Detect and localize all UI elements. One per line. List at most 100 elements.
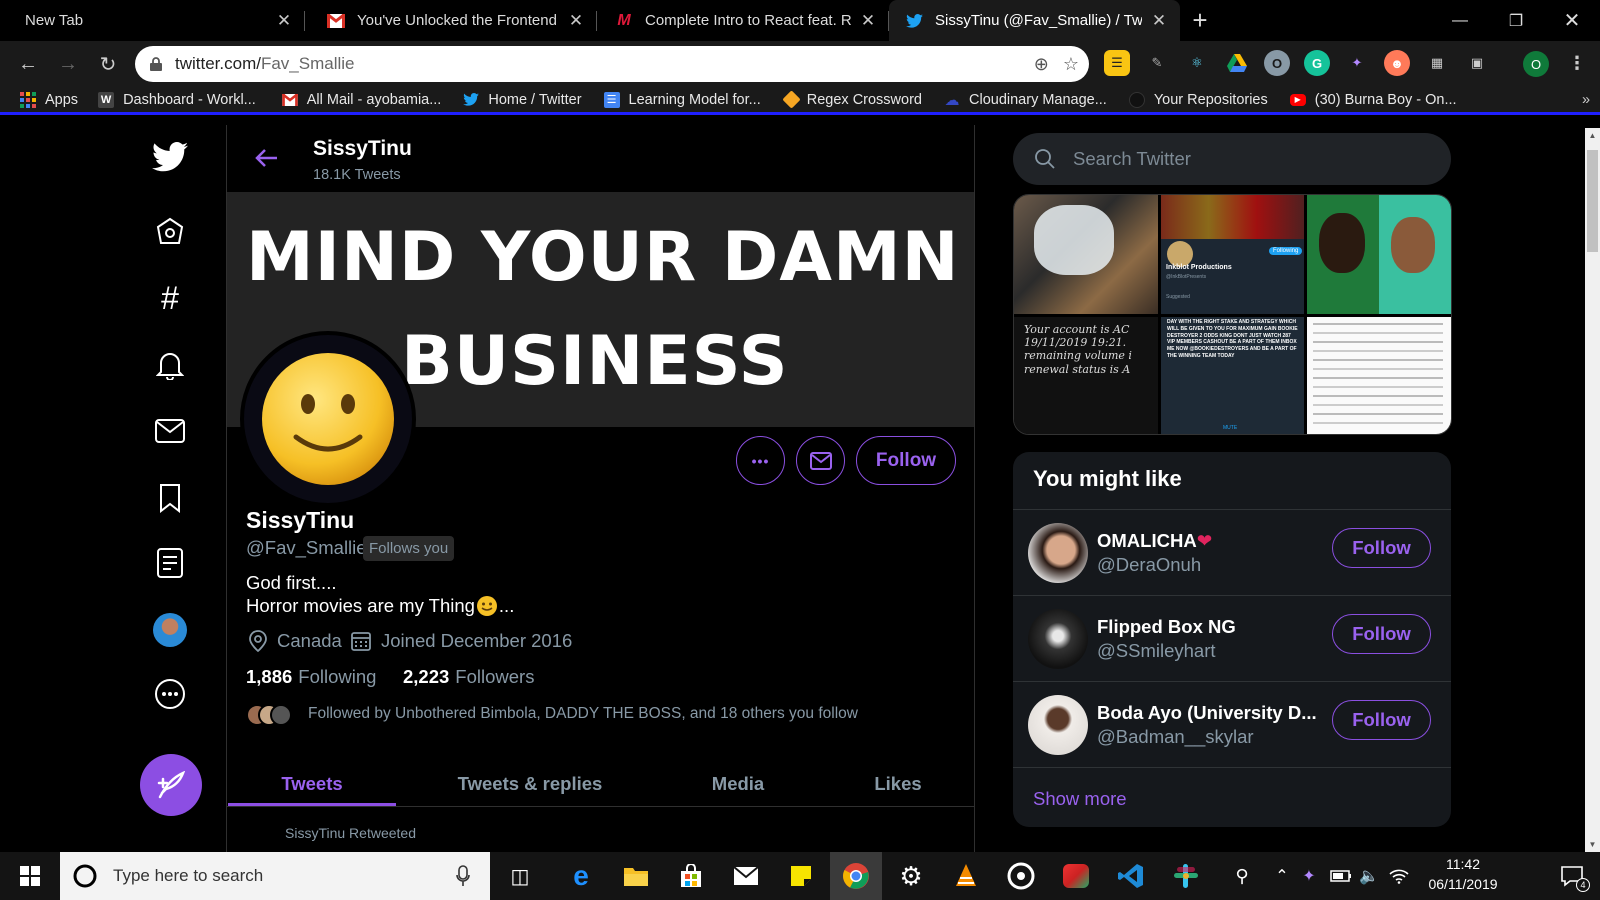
media-thumbnail[interactable]: DAY WITH THE RIGHT STAKE AND STRATEGY WH… [1161, 317, 1304, 434]
volume-icon[interactable]: 🔈 [1353, 860, 1385, 892]
followers-stat[interactable]: 2,223 Followers [403, 666, 534, 688]
tab-tweets-and-replies[interactable]: Tweets & replies [420, 763, 640, 805]
reload-icon[interactable]: ↻ [88, 44, 128, 84]
close-icon[interactable]: ✕ [567, 11, 585, 31]
bookmark-dashboard[interactable]: W Dashboard - Workl... [98, 91, 256, 108]
back-arrow-icon[interactable] [250, 141, 284, 175]
grammarly-icon[interactable]: G [1304, 50, 1330, 76]
browser-tab[interactable]: New Tab ✕ [0, 0, 305, 41]
close-window-icon[interactable]: ✕ [1544, 0, 1600, 41]
pen-extension-icon[interactable]: ✎ [1144, 50, 1170, 76]
browser-tab[interactable]: You've Unlocked the Frontend M ✕ [305, 0, 597, 41]
taskbar-search-input[interactable]: Type here to search [60, 852, 490, 900]
new-tab-button[interactable]: + [1180, 0, 1220, 41]
twitter-logo-icon[interactable] [150, 137, 190, 177]
media-thumbnail[interactable] [1307, 317, 1451, 434]
scroll-up-icon[interactable]: ▲ [1585, 128, 1600, 143]
browser-tab[interactable]: M Complete Intro to React feat. Red ✕ [597, 0, 889, 41]
bookmark-learning-model[interactable]: ☰ Learning Model for... [603, 91, 761, 108]
bookmark-regex-crossword[interactable]: Regex Crossword [782, 90, 922, 109]
messages-envelope-icon[interactable] [150, 411, 190, 451]
add-icon[interactable]: ⊕ [1034, 54, 1049, 75]
media-thumbnail[interactable]: Following Inkblot Productions @InkBlotPr… [1161, 195, 1304, 314]
search-input[interactable]: Search Twitter [1013, 133, 1451, 185]
back-icon[interactable]: ← [8, 44, 48, 84]
profile-avatar[interactable] [240, 331, 416, 507]
profile-avatar[interactable]: O [1523, 51, 1549, 77]
sticky-notes-icon[interactable] [785, 860, 817, 892]
more-options-icon[interactable] [150, 674, 190, 714]
wifi-icon[interactable] [1383, 860, 1415, 892]
close-icon[interactable]: ✕ [275, 11, 293, 31]
following-stat[interactable]: 1,886 Following [246, 666, 376, 688]
scroll-down-icon[interactable]: ▼ [1585, 837, 1600, 852]
bookmark-youtube[interactable]: ▶ (30) Burna Boy - On... [1289, 92, 1457, 108]
bookmarks-icon[interactable] [150, 478, 190, 518]
file-explorer-icon[interactable] [620, 860, 652, 892]
follow-button[interactable]: Follow [1332, 700, 1431, 740]
vlc-icon[interactable] [950, 860, 982, 892]
more-options-button[interactable]: ••• [736, 436, 785, 485]
media-thumbnail[interactable] [1307, 195, 1451, 314]
extension-circle-icon[interactable]: O [1264, 50, 1290, 76]
tab-media[interactable]: Media [678, 763, 798, 805]
profile-avatar[interactable] [150, 610, 190, 650]
avatar[interactable] [1028, 609, 1088, 669]
restore-icon[interactable]: ❐ [1488, 0, 1544, 41]
bookmark-apps[interactable]: Apps [20, 91, 78, 108]
forward-icon[interactable]: → [48, 44, 88, 84]
mail-icon[interactable] [730, 860, 762, 892]
edge-icon[interactable]: e [565, 860, 597, 892]
follow-button[interactable]: Follow [1332, 528, 1431, 568]
browser-tab-active[interactable]: SissyTinu (@Fav_Smallie) / Twitte ✕ [889, 0, 1180, 41]
avatar[interactable] [1028, 695, 1088, 755]
puzzle-extension-icon[interactable]: ▦ [1424, 50, 1450, 76]
windows-start-icon[interactable] [14, 860, 46, 892]
show-more-link[interactable]: Show more [1033, 788, 1127, 810]
message-button[interactable] [796, 436, 845, 485]
microphone-icon[interactable] [456, 865, 470, 887]
page-scrollbar[interactable]: ▲ ▼ [1585, 128, 1600, 852]
slack-icon[interactable] [1170, 860, 1202, 892]
minimize-icon[interactable]: — [1432, 0, 1488, 41]
media-thumbnail[interactable] [1014, 195, 1158, 314]
home-icon[interactable] [150, 211, 190, 251]
google-drive-icon[interactable] [1224, 50, 1250, 76]
store-icon[interactable] [675, 860, 707, 892]
bookmark-all-mail[interactable]: All Mail - ayobamia... [281, 92, 441, 108]
follow-button[interactable]: Follow [1332, 614, 1431, 654]
suggested-user[interactable]: OMALICHA❤ @DeraOnuh Follow [1013, 509, 1451, 595]
media-thumbnail[interactable]: Your account is AC 19/11/2019 19:21. rem… [1014, 317, 1158, 434]
explore-hashtag-icon[interactable]: # [150, 278, 190, 318]
tab-tweets[interactable]: Tweets [228, 763, 396, 805]
menu-icon[interactable]: ⋮ [1564, 50, 1590, 76]
bookmark-home-twitter[interactable]: Home / Twitter [463, 92, 582, 108]
notes-extension-icon[interactable]: ☰ [1104, 50, 1130, 76]
task-view-icon[interactable]: ◫ [504, 860, 536, 892]
suggested-user[interactable]: Flipped Box NG @SSmileyhart Follow [1013, 595, 1451, 681]
followed-by-text[interactable]: Followed by Unbothered Bimbola, DADDY TH… [308, 705, 858, 723]
camera-extension-icon[interactable]: ▣ [1464, 50, 1490, 76]
notifications-bell-icon[interactable] [150, 345, 190, 385]
avatar[interactable] [1028, 523, 1088, 583]
action-center-icon[interactable]: 4 [1556, 860, 1590, 892]
chrome-icon[interactable] [830, 852, 882, 900]
tab-likes[interactable]: Likes [838, 763, 958, 805]
followed-by-avatars[interactable] [246, 704, 296, 726]
clock[interactable]: 11:42 06/11/2019 [1420, 856, 1506, 892]
feather-extension-icon[interactable]: ✦ [1344, 50, 1370, 76]
react-devtools-icon[interactable]: ⚛ [1184, 50, 1210, 76]
vscode-icon[interactable] [1115, 860, 1147, 892]
media-player-icon[interactable] [1005, 860, 1037, 892]
bookmark-your-repositories[interactable]: Your Repositories [1128, 91, 1268, 108]
close-icon[interactable]: ✕ [859, 11, 877, 31]
suggested-user[interactable]: Boda Ayo (University D... @Badman__skyla… [1013, 681, 1451, 767]
follow-button[interactable]: Follow [856, 436, 956, 485]
compose-tweet-button[interactable] [140, 754, 202, 816]
people-icon[interactable]: ⚲ [1226, 860, 1258, 892]
settings-gear-icon[interactable]: ⚙ [895, 860, 927, 892]
close-icon[interactable]: ✕ [1150, 11, 1168, 31]
extension-face-icon[interactable]: ☻ [1384, 50, 1410, 76]
app-game-icon[interactable] [1060, 860, 1092, 892]
star-icon[interactable]: ☆ [1063, 54, 1079, 75]
